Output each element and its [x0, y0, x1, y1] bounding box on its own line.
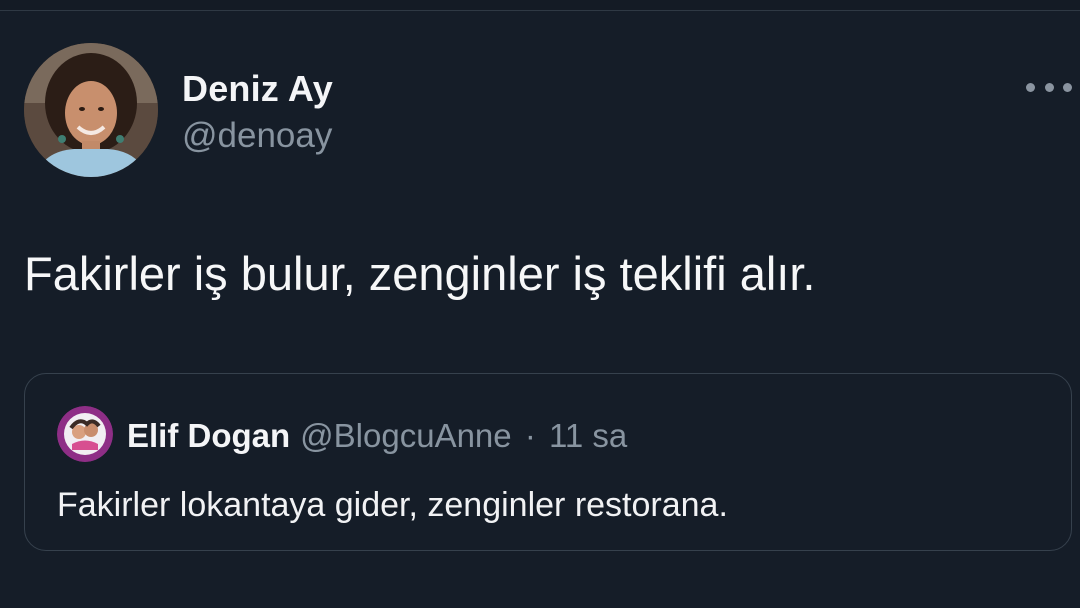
- author-handle[interactable]: @denoay: [182, 116, 332, 156]
- author-avatar[interactable]: [24, 43, 158, 177]
- quoted-author-handle[interactable]: @BlogcuAnne: [300, 417, 511, 454]
- author-name[interactable]: Deniz Ay: [182, 68, 333, 110]
- quoted-tweet-text: Fakirler lokantaya gider, zenginler rest…: [57, 486, 728, 524]
- tweet: Deniz Ay @denoay Fakirler iş bulur, zeng…: [0, 0, 1080, 608]
- author-avatar-image: [24, 43, 158, 177]
- more-horizontal-icon: [1026, 82, 1035, 92]
- quoted-tweet-card[interactable]: Elif Dogan @BlogcuAnne · 11 sa Fakirler l…: [24, 373, 1072, 551]
- quoted-author-avatar-image: [57, 406, 113, 462]
- quoted-author-avatar[interactable]: [57, 406, 113, 462]
- more-horizontal-icon: [1063, 82, 1072, 92]
- more-options-button[interactable]: [1026, 74, 1072, 100]
- quoted-author-name[interactable]: Elif Dogan: [127, 417, 290, 454]
- more-horizontal-icon: [1044, 82, 1054, 92]
- separator-dot: ·: [524, 417, 536, 454]
- quoted-tweet-header: Elif Dogan @BlogcuAnne · 11 sa: [127, 417, 627, 455]
- quoted-tweet-time[interactable]: 11 sa: [549, 417, 627, 454]
- tweet-text: Fakirler iş bulur, zenginler iş teklifi …: [24, 247, 816, 300]
